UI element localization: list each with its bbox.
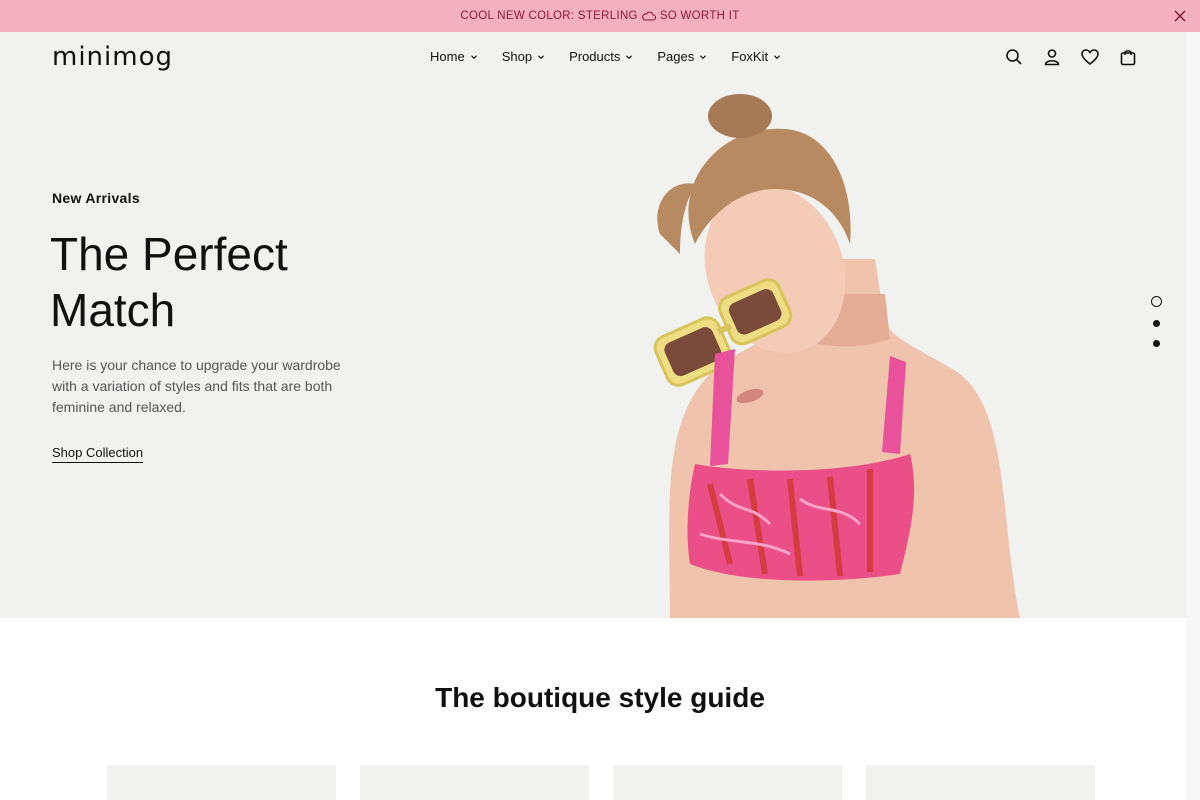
header-icons (1004, 47, 1138, 67)
nav-item-pages[interactable]: Pages (657, 49, 707, 64)
nav-item-home[interactable]: Home (430, 49, 478, 64)
wishlist-icon[interactable] (1080, 47, 1100, 67)
slider-dot-1[interactable] (1151, 296, 1162, 307)
search-icon[interactable] (1004, 47, 1024, 67)
nav-label: Products (569, 49, 621, 64)
slider-pagination (1151, 296, 1162, 347)
style-guide-cards (107, 765, 1095, 800)
nav-item-products[interactable]: Products (569, 49, 633, 64)
nav-item-foxkit[interactable]: FoxKit (731, 49, 781, 64)
announcement-text-after: SO WORTH IT (659, 10, 740, 22)
nav-label: FoxKit (731, 49, 769, 64)
cloud-icon (641, 11, 656, 21)
chevron-down-icon (700, 54, 707, 59)
nav-item-shop[interactable]: Shop (502, 49, 545, 64)
style-guide-card[interactable] (360, 765, 589, 800)
style-guide-card[interactable] (613, 765, 842, 800)
shop-collection-link[interactable]: Shop Collection (52, 445, 144, 463)
style-guide-card[interactable] (107, 765, 336, 800)
hero-kicker: New Arrivals (52, 190, 140, 206)
hero-description: Here is your chance to upgrade your ward… (52, 357, 341, 415)
nav-label: Shop (501, 49, 533, 64)
site-header: minimog Home Shop Products Pages FoxKit (0, 32, 1186, 84)
chevron-down-icon (538, 54, 544, 59)
account-icon[interactable] (1042, 47, 1062, 67)
close-icon[interactable] (1172, 8, 1188, 24)
section-title: The boutique style guide (435, 682, 765, 713)
announcement-text[interactable]: COOL NEW COLOR: STERLING SO WORTH IT (460, 10, 739, 22)
main-nav: Home Shop Products Pages FoxKit (430, 49, 805, 64)
nav-label: Pages (657, 49, 695, 64)
cart-icon[interactable] (1118, 47, 1138, 67)
hero-title: The Perfect Match (50, 228, 288, 336)
style-guide-card[interactable] (866, 765, 1095, 800)
announcement-text-before: COOL NEW COLOR: STERLING (460, 10, 638, 22)
announcement-bar: COOL NEW COLOR: STERLING SO WORTH IT (0, 0, 1200, 32)
chevron-down-icon (774, 54, 780, 59)
chevron-down-icon (626, 54, 633, 59)
slider-dot-2[interactable] (1153, 320, 1160, 327)
logo[interactable]: minimog (52, 42, 173, 72)
slider-dot-3[interactable] (1153, 340, 1160, 347)
nav-label: Home (430, 49, 465, 64)
hero-image (653, 94, 1020, 618)
chevron-down-icon (470, 54, 477, 59)
